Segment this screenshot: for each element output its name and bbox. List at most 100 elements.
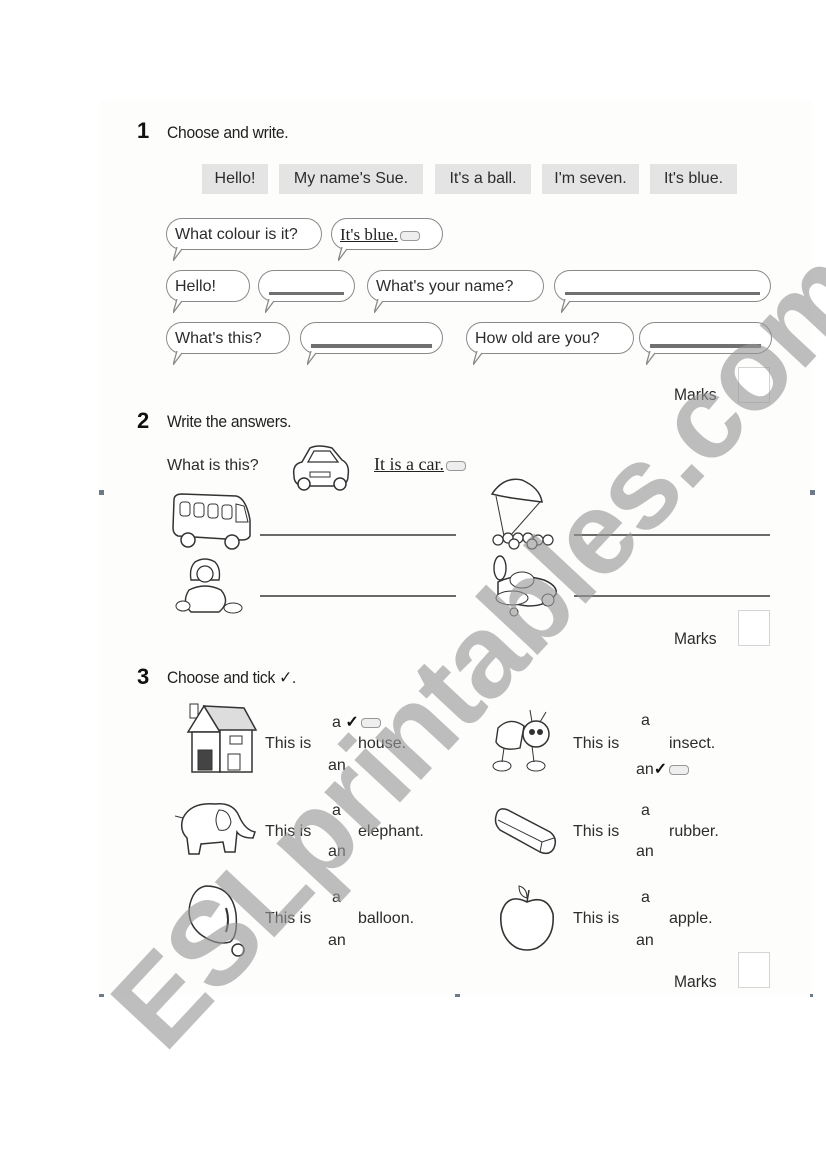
tick-icon: ✓ (345, 714, 359, 731)
item-prefix: This is (265, 735, 312, 752)
bus-picture (170, 490, 254, 552)
bubble-text: What's your name? (376, 278, 514, 295)
marks-box[interactable] (738, 367, 770, 403)
speech-bubble-question: What colour is it? (166, 218, 322, 261)
option-chip[interactable]: It's blue. (650, 164, 737, 194)
doll-icon (175, 558, 243, 614)
marks-label: Marks (674, 629, 717, 648)
bubble-tail-icon (646, 351, 656, 365)
option-chip[interactable]: My name's Sue. (279, 164, 423, 194)
house-picture (186, 698, 258, 774)
edge-marker (99, 490, 104, 495)
option-a[interactable]: a (641, 889, 650, 907)
option-a-text: a (332, 714, 341, 731)
option-a[interactable]: a (332, 802, 341, 820)
item-noun: house. (358, 735, 407, 752)
pencil-icon (445, 460, 466, 471)
elephant-picture (175, 796, 261, 860)
section-2-title: Write the answers. (167, 412, 292, 431)
apple-icon (500, 885, 554, 951)
bubble-text: What's this? (175, 330, 262, 347)
answer-bubble[interactable] (554, 270, 771, 313)
answer-line[interactable] (311, 344, 432, 348)
speech-bubble-answer: It's blue. (331, 218, 443, 261)
option-an[interactable]: an (328, 932, 346, 950)
example-question: What is this? (167, 457, 259, 474)
section-1-number: 1 (137, 118, 150, 143)
bubble-text: How old are you? (475, 330, 600, 347)
answer-line[interactable] (565, 292, 760, 295)
bubble-tail-icon (173, 351, 183, 365)
item-prefix: This is (573, 735, 620, 752)
option-chip[interactable]: I'm seven. (542, 164, 639, 194)
pencil-icon (399, 230, 420, 241)
edge-marker (99, 994, 104, 997)
bubble-tail-icon (338, 247, 348, 261)
pencil-icon (669, 764, 690, 775)
item-prefix: This is (265, 823, 312, 840)
item-noun: rubber. (669, 823, 719, 840)
example-answer-text: It is a car. (374, 454, 444, 474)
marks-box[interactable] (738, 610, 770, 646)
rubber-picture (492, 804, 558, 856)
answer-line[interactable] (269, 292, 344, 295)
example-answer: It is a car. (374, 454, 466, 475)
item-prefix: This is (573, 823, 620, 840)
bubble-tail-icon (561, 299, 571, 313)
option-an[interactable]: an (328, 757, 346, 775)
answer-bubble[interactable] (258, 270, 355, 313)
option-an[interactable]: an (328, 843, 346, 861)
balloon-icon (188, 885, 245, 957)
example-answer-text: It's blue. (340, 225, 398, 244)
item-prefix: This is (573, 910, 620, 927)
bubble-text: What colour is it? (175, 226, 298, 243)
item-noun: elephant. (358, 823, 424, 840)
marks-label: Marks (674, 385, 717, 404)
car-picture (288, 442, 352, 494)
item-prefix: This is (265, 910, 312, 927)
answer-line[interactable] (650, 344, 761, 348)
option-a[interactable]: a (641, 802, 650, 820)
balloon-picture (186, 884, 248, 960)
item-noun: insect. (669, 735, 716, 752)
answer-line-doll[interactable] (260, 595, 456, 597)
answer-line-plane[interactable] (574, 595, 770, 597)
marks-box[interactable] (738, 952, 770, 988)
parachute-picture (486, 474, 562, 550)
edge-marker (455, 994, 460, 997)
doll-picture (175, 556, 247, 620)
option-chip[interactable]: It's a ball. (435, 164, 531, 194)
option-an[interactable]: an (636, 932, 654, 950)
answer-bubble[interactable] (639, 322, 772, 365)
bubble-tail-icon (374, 299, 384, 313)
option-an-text: an (636, 761, 654, 778)
bubble-text: Hello! (175, 278, 216, 295)
option-a[interactable]: a ✓ (332, 712, 381, 732)
speech-bubble-question: Hello! (166, 270, 250, 313)
plane-picture (488, 554, 564, 620)
car-icon (292, 445, 350, 491)
plane-icon (493, 555, 557, 617)
answer-line-parachute[interactable] (574, 534, 770, 536)
section-3-number: 3 (137, 664, 150, 689)
section-3-title: Choose and tick ✓. (167, 668, 296, 687)
option-an[interactable]: an (636, 843, 654, 861)
option-chip[interactable]: Hello! (202, 164, 268, 194)
edge-marker (810, 994, 813, 997)
rubber-icon (494, 808, 557, 855)
answer-line-bus[interactable] (260, 534, 456, 536)
apple-picture (497, 884, 559, 954)
section-1-title: Choose and write. (167, 123, 289, 142)
option-a[interactable]: a (332, 889, 341, 907)
insect-icon (492, 709, 550, 772)
option-an[interactable]: an✓ (636, 759, 690, 779)
bubble-tail-icon (173, 247, 183, 261)
item-noun: apple. (669, 910, 713, 927)
answer-bubble[interactable] (300, 322, 443, 365)
option-a[interactable]: a (641, 712, 650, 730)
bubble-tail-icon (173, 299, 183, 313)
marks-label: Marks (674, 972, 717, 991)
parachute-icon (490, 478, 554, 550)
insect-picture (490, 708, 554, 774)
pencil-icon (360, 717, 381, 728)
